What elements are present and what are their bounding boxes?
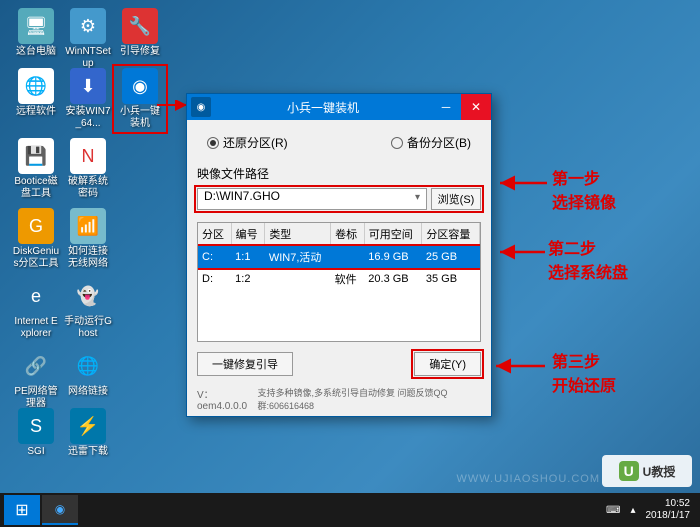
- icon-glyph: ⚡: [70, 408, 106, 444]
- icon-glyph: 🔧: [122, 8, 158, 44]
- column-header[interactable]: 分区容量: [422, 223, 480, 246]
- watermark-logo-icon: U: [619, 461, 639, 481]
- tray-chevron-icon[interactable]: ▴: [630, 505, 635, 516]
- restore-radio[interactable]: 还原分区(R): [207, 134, 288, 151]
- app-icon: ◉: [191, 97, 211, 117]
- icon-label: 迅雷下载: [64, 446, 112, 458]
- desktop-icon[interactable]: ⚙WinNTSetup: [64, 8, 112, 70]
- icon-glyph: 🌐: [18, 68, 54, 104]
- icon-glyph: ⬇: [70, 68, 106, 104]
- desktop-icon[interactable]: GDiskGenius分区工具: [12, 208, 60, 270]
- icon-glyph: 👻: [70, 278, 106, 314]
- icon-label: 安装WIN7_64...: [64, 106, 112, 130]
- partition-table: 分区编号类型卷标可用空间分区容量 C:1:1WIN7,活动16.9 GB25 G…: [197, 222, 481, 342]
- installer-window: ◉ 小兵一键装机 ─ ✕ 还原分区(R) 备份分区(B) 映像文件路径 D:\W…: [186, 93, 492, 417]
- repair-boot-button[interactable]: 一键修复引导: [197, 352, 293, 376]
- desktop-icon[interactable]: 🖥 这台电脑: [12, 8, 60, 58]
- minimize-button[interactable]: ─: [431, 94, 461, 120]
- desktop-icon[interactable]: 📶如何连接无线网络: [64, 208, 112, 270]
- icon-label: WinNTSetup: [64, 46, 112, 70]
- close-button[interactable]: ✕: [461, 94, 491, 120]
- icon-label: 这台电脑: [12, 46, 60, 58]
- radio-dot-icon: [391, 137, 403, 149]
- desktop-icon[interactable]: S SGI: [12, 408, 60, 458]
- desktop-icon[interactable]: 🌐 网络链接: [64, 348, 112, 398]
- column-header[interactable]: 类型: [265, 223, 331, 246]
- icon-label: 网络链接: [64, 386, 112, 398]
- desktop-icon[interactable]: 👻手动运行Ghost: [64, 278, 112, 340]
- watermark-badge: U U教授: [602, 455, 692, 487]
- partition-row[interactable]: C:1:1WIN7,活动16.9 GB25 GB: [198, 246, 480, 269]
- icon-label: Bootice磁盘工具: [12, 176, 60, 200]
- image-path-input[interactable]: D:\WIN7.GHO: [197, 188, 427, 210]
- watermark-url: WWW.UJIAOSHOU.COM: [457, 473, 601, 485]
- icon-glyph: G: [18, 208, 54, 244]
- desktop-icon[interactable]: 🔧 引导修复: [116, 8, 164, 58]
- path-label: 映像文件路径: [197, 165, 481, 182]
- icon-label: 引导修复: [116, 46, 164, 58]
- browse-button[interactable]: 浏览(S): [431, 188, 481, 210]
- icon-label: 如何连接无线网络: [64, 246, 112, 270]
- icon-label: 小兵一键装机: [116, 106, 164, 130]
- icon-label: DiskGenius分区工具: [12, 246, 60, 270]
- desktop-icon[interactable]: ◉小兵一键装机: [116, 68, 164, 130]
- column-header[interactable]: 编号: [231, 223, 265, 246]
- icon-glyph: 💾: [18, 138, 54, 174]
- tray-date: 2018/1/17: [646, 510, 691, 522]
- window-footer: V：oem4.0.0.0 支持多种镜像,多系统引导自动修复 问题反馈QQ群:60…: [197, 386, 481, 412]
- icon-glyph: 🔗: [18, 348, 54, 384]
- backup-radio[interactable]: 备份分区(B): [391, 134, 471, 151]
- titlebar[interactable]: ◉ 小兵一键装机 ─ ✕: [187, 94, 491, 120]
- radio-dot-icon: [207, 137, 219, 149]
- annotation-label: 第一步选择镜像: [552, 165, 616, 213]
- ok-button[interactable]: 确定(Y): [414, 352, 481, 376]
- icon-glyph: S: [18, 408, 54, 444]
- tray-keyboard-icon[interactable]: ⌨: [606, 505, 620, 516]
- tray-time: 10:52: [646, 498, 691, 510]
- icon-glyph: 📶: [70, 208, 106, 244]
- desktop-icon[interactable]: 💾Bootice磁盘工具: [12, 138, 60, 200]
- icon-label: Internet Explorer: [12, 316, 60, 340]
- desktop-icon[interactable]: 🌐 远程软件: [12, 68, 60, 118]
- desktop-icon[interactable]: eInternet Explorer: [12, 278, 60, 340]
- taskbar-app-installer[interactable]: ◉: [42, 495, 78, 525]
- column-header[interactable]: 卷标: [331, 223, 365, 246]
- desktop-icon[interactable]: ⬇安装WIN7_64...: [64, 68, 112, 130]
- icon-label: 远程软件: [12, 106, 60, 118]
- taskbar: ⊞ ◉ ⌨ ▴ 10:52 2018/1/17: [0, 493, 700, 527]
- icon-label: 手动运行Ghost: [64, 316, 112, 340]
- icon-glyph: e: [18, 278, 54, 314]
- icon-label: 破解系统密码: [64, 176, 112, 200]
- desktop-icon[interactable]: 🔗PE网络管理器: [12, 348, 60, 410]
- icon-glyph: ⚙: [70, 8, 106, 44]
- icon-glyph: 🖥: [18, 8, 54, 44]
- partition-row[interactable]: D:1:2软件20.3 GB35 GB: [198, 268, 480, 290]
- icon-glyph: ◉: [122, 68, 158, 104]
- system-tray[interactable]: ⌨ ▴ 10:52 2018/1/17: [606, 498, 696, 522]
- window-title: 小兵一键装机: [215, 99, 431, 116]
- desktop-icon[interactable]: N破解系统密码: [64, 138, 112, 200]
- icon-label: PE网络管理器: [12, 386, 60, 410]
- desktop-icon[interactable]: ⚡ 迅雷下载: [64, 408, 112, 458]
- column-header[interactable]: 可用空间: [364, 223, 422, 246]
- column-header[interactable]: 分区: [198, 223, 231, 246]
- icon-label: SGI: [12, 446, 60, 458]
- icon-glyph: N: [70, 138, 106, 174]
- annotation-label: 第三步开始还原: [552, 348, 616, 396]
- annotation-label: 第二步选择系统盘: [548, 235, 628, 283]
- icon-glyph: 🌐: [70, 348, 106, 384]
- start-button[interactable]: ⊞: [4, 495, 40, 525]
